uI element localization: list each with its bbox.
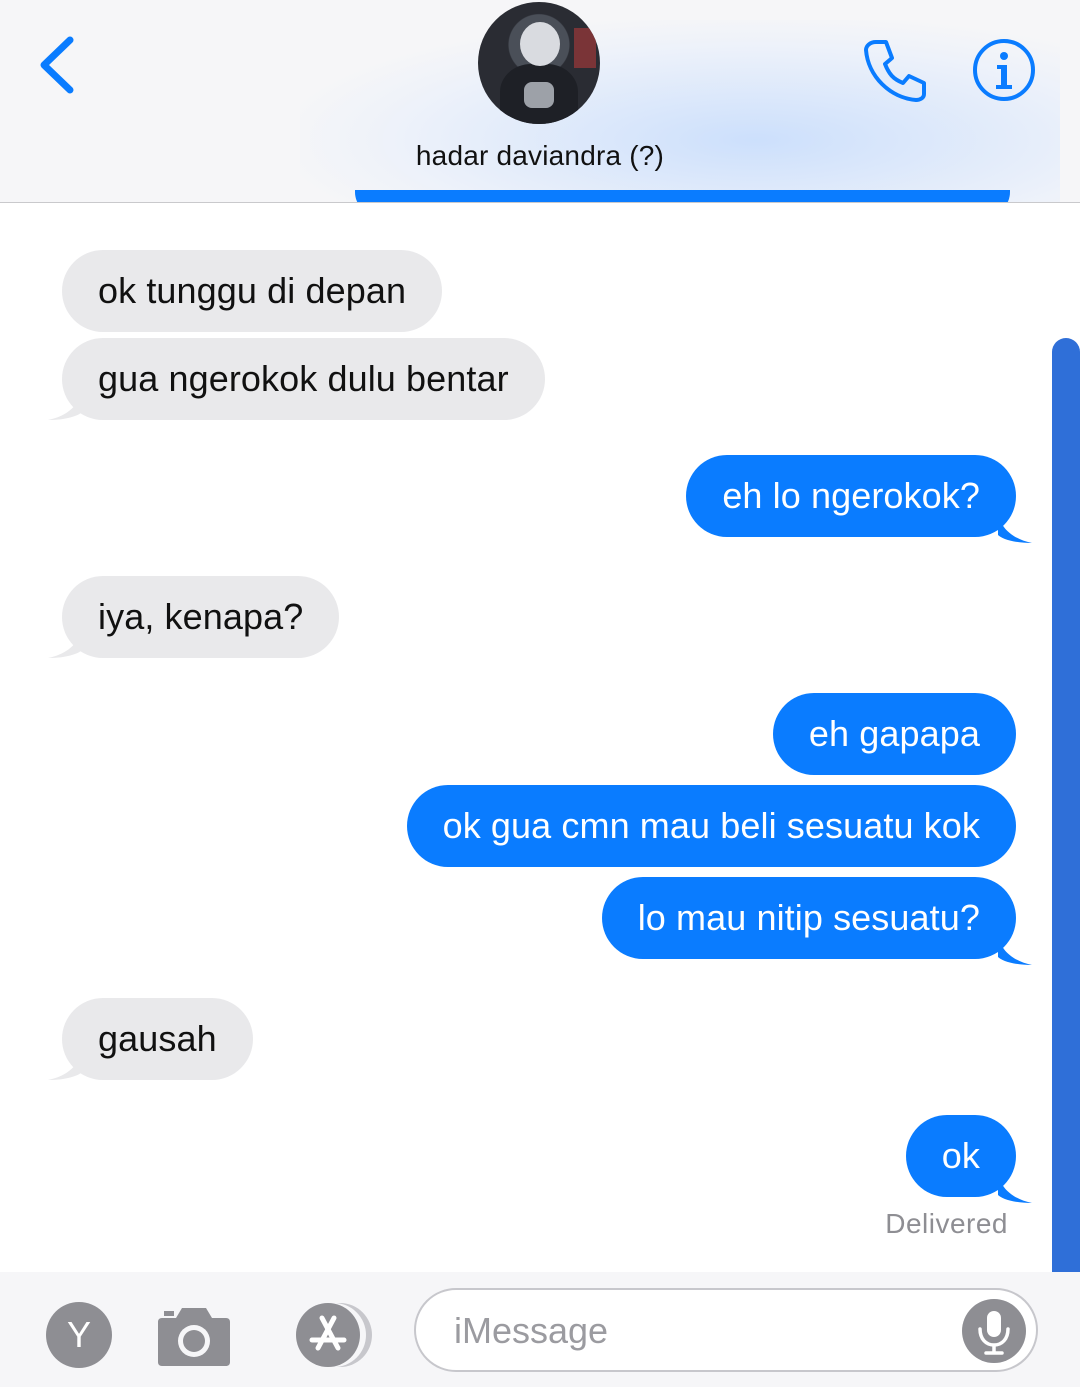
camera-button[interactable] xyxy=(156,1302,232,1368)
bubble-tail xyxy=(48,1050,82,1080)
bubble-tail xyxy=(998,513,1032,543)
message-bubble-outgoing[interactable]: eh lo ngerokok? xyxy=(686,455,1016,537)
header-glow xyxy=(300,20,1060,202)
delivered-status: Delivered xyxy=(885,1208,1008,1239)
microphone-button[interactable] xyxy=(962,1299,1026,1363)
avatar-background-light xyxy=(574,28,596,68)
contact-avatar[interactable] xyxy=(478,2,600,124)
input-placeholder: iMessage xyxy=(454,1310,609,1351)
call-button[interactable] xyxy=(862,36,930,104)
message-bubble-incoming[interactable]: gua ngerokok dulu bentar xyxy=(62,338,545,420)
phone-icon xyxy=(864,40,926,102)
message-bubble-incoming[interactable]: iya, kenapa? xyxy=(62,576,340,658)
message-composer: Y iMessage xyxy=(0,1272,1080,1387)
message-thread: ok tunggu di depan gua ngerokok dulu ben… xyxy=(0,204,1080,1270)
message-bubble-outgoing[interactable]: eh gapapa xyxy=(772,693,1016,775)
message-bubble-outgoing[interactable]: lo mau nitip sesuatu? xyxy=(601,877,1016,959)
bubble-tail xyxy=(998,1173,1032,1203)
app-store-button[interactable] xyxy=(282,1302,378,1368)
contact-name[interactable]: hadar daviandra (?) xyxy=(0,140,1080,172)
info-button[interactable] xyxy=(972,38,1036,102)
imessage-input[interactable]: iMessage xyxy=(414,1288,1038,1372)
previous-message-bubble-partial xyxy=(355,190,1010,202)
info-icon xyxy=(973,39,1035,101)
microphone-icon xyxy=(978,1311,1010,1355)
camera-icon xyxy=(158,1308,230,1366)
app-store-icon xyxy=(296,1303,372,1367)
avatar-head xyxy=(520,22,560,66)
y-app-button[interactable]: Y xyxy=(46,1302,112,1368)
bubble-tail xyxy=(48,390,82,420)
conversation-header: hadar daviandra (?) xyxy=(0,0,1080,203)
bubble-tail xyxy=(48,628,82,658)
scrollbar[interactable] xyxy=(1052,338,1080,1278)
message-bubble-incoming[interactable]: ok tunggu di depan xyxy=(62,250,443,332)
back-button[interactable] xyxy=(30,30,90,100)
message-bubble-incoming[interactable]: gausah xyxy=(62,998,253,1080)
message-bubble-outgoing[interactable]: ok gua cmn mau beli sesuatu kok xyxy=(406,785,1016,867)
avatar-shirt-print xyxy=(524,82,554,108)
chevron-left-icon xyxy=(40,36,74,94)
bubble-tail xyxy=(998,935,1032,965)
